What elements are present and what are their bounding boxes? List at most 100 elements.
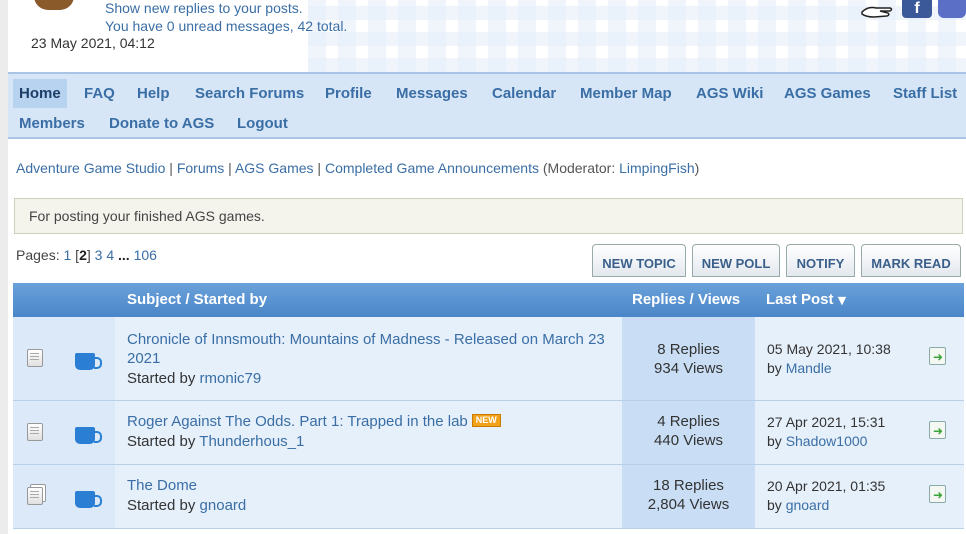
topic-author-link[interactable]: gnoard xyxy=(200,497,247,514)
last-post-date: 27 Apr 2021, 15:31 xyxy=(767,414,886,430)
topic-subject-cell: Roger Against The Odds. Part 1: Trapped … xyxy=(115,401,622,464)
started-by: Started by Thunderhous_1 xyxy=(127,433,304,450)
nav-calendar[interactable]: Calendar xyxy=(486,79,562,108)
topic-title-link[interactable]: Roger Against The Odds. Part 1: Trapped … xyxy=(127,412,501,431)
go-to-last-post-icon[interactable] xyxy=(929,347,946,365)
replies-count: 8 Replies xyxy=(657,341,720,358)
hand-icon[interactable] xyxy=(860,2,896,20)
site-header: Show new replies to your posts. You have… xyxy=(8,0,966,72)
current-date: 23 May 2021, 04:12 xyxy=(31,35,155,51)
topic-title-link[interactable]: The Dome xyxy=(127,476,197,495)
pages-ellipsis: ... xyxy=(118,247,130,263)
new-poll-button[interactable]: NEW POLL xyxy=(692,244,780,277)
topic-stats-cell: 18 Replies 2,804 Views xyxy=(622,465,755,528)
last-post-date: 20 Apr 2021, 01:35 xyxy=(767,478,886,494)
started-by-prefix: Started by xyxy=(127,370,196,387)
started-by: Started by gnoard xyxy=(127,497,246,514)
topic-title-line2: 2021 xyxy=(127,350,161,367)
breadcrumb-completed-games[interactable]: Completed Game Announcements xyxy=(325,160,539,176)
show-new-replies-link[interactable]: Show new replies to your posts. xyxy=(105,0,303,16)
sort-down-icon: ▼ xyxy=(837,294,847,307)
last-post-by: by Mandle xyxy=(767,360,832,376)
nav-members[interactable]: Members xyxy=(13,109,91,138)
nav-profile[interactable]: Profile xyxy=(319,79,378,108)
subject-column-header[interactable]: Subject / Started by xyxy=(127,283,267,317)
document-icon xyxy=(27,423,43,441)
topic-author-link[interactable]: Thunderhous_1 xyxy=(199,433,304,450)
last-post-date: 05 May 2021, 10:38 xyxy=(767,341,891,357)
page-link-last[interactable]: 106 xyxy=(134,247,157,263)
unread-messages-link[interactable]: You have 0 unread messages, 42 total. xyxy=(105,18,347,34)
last-post-label: Last Post xyxy=(766,291,834,308)
nav-ags-wiki[interactable]: AGS Wiki xyxy=(690,79,769,108)
breadcrumb: Adventure Game Studio | Forums | AGS Gam… xyxy=(16,160,699,176)
topic-title-link[interactable]: Chronicle of Innsmouth: Mountains of Mad… xyxy=(127,330,605,368)
mark-read-button[interactable]: MARK READ xyxy=(861,244,961,277)
cup-icon xyxy=(75,353,102,370)
nav-search-forums[interactable]: Search Forums xyxy=(189,79,310,108)
last-post-by: by Shadow1000 xyxy=(767,433,867,449)
facebook-icon[interactable]: f xyxy=(902,0,932,18)
topic-subject-cell: The Dome Started by gnoard xyxy=(115,465,622,528)
last-post-author-link[interactable]: Shadow1000 xyxy=(786,433,868,449)
stats-column-header[interactable]: Replies / Views xyxy=(632,283,740,317)
nav-ags-games[interactable]: AGS Games xyxy=(778,79,877,108)
breadcrumb-ags-games[interactable]: AGS Games xyxy=(235,160,314,176)
moderator-suffix: ) xyxy=(694,160,700,176)
page: Show new replies to your posts. You have… xyxy=(8,0,966,534)
topic-icon-cell xyxy=(13,401,115,464)
topic-title-line1: Chronicle of Innsmouth: Mountains of Mad… xyxy=(127,331,605,348)
topic-title-line1: Roger Against The Odds. Part 1: Trapped … xyxy=(127,413,468,430)
by-prefix: by xyxy=(767,433,782,449)
go-to-last-post-icon[interactable] xyxy=(929,421,946,439)
nav-help[interactable]: Help xyxy=(131,79,176,108)
nav-home[interactable]: Home xyxy=(13,79,67,108)
breadcrumb-ags[interactable]: Adventure Game Studio xyxy=(16,160,165,176)
topic-subject-cell: Chronicle of Innsmouth: Mountains of Mad… xyxy=(115,317,622,400)
last-post-by: by gnoard xyxy=(767,497,829,513)
cup-smiley-icon xyxy=(75,427,102,444)
topic-author-link[interactable]: rmonic79 xyxy=(200,370,262,387)
by-prefix: by xyxy=(767,497,782,513)
started-by: Started by rmonic79 xyxy=(127,370,261,387)
moderator-prefix: (Moderator: xyxy=(542,160,620,176)
mascot-icon xyxy=(34,0,74,10)
new-badge-icon[interactable]: NEW xyxy=(471,414,501,427)
topic-icon-cell xyxy=(13,317,115,400)
pages-label: Pages: xyxy=(16,247,60,263)
nav-donate[interactable]: Donate to AGS xyxy=(103,109,220,138)
social-icons: f xyxy=(860,0,966,20)
breadcrumb-sep: | xyxy=(165,160,177,176)
replies-count: 18 Replies xyxy=(653,477,724,494)
page-link-4[interactable]: 4 xyxy=(106,247,114,263)
multi-document-icon xyxy=(27,487,43,505)
topic-stats-cell: 4 Replies 440 Views xyxy=(622,401,755,464)
nav-member-map[interactable]: Member Map xyxy=(574,79,678,108)
table-row: Roger Against The Odds. Part 1: Trapped … xyxy=(13,401,964,465)
last-post-author-link[interactable]: Mandle xyxy=(786,360,832,376)
nav-faq[interactable]: FAQ xyxy=(78,79,121,108)
new-topic-button[interactable]: NEW TOPIC xyxy=(592,244,686,277)
page-link-3[interactable]: 3 xyxy=(95,247,103,263)
nav-messages[interactable]: Messages xyxy=(390,79,474,108)
topic-icon-cell xyxy=(13,465,115,528)
last-post-cell: 27 Apr 2021, 15:31 by Shadow1000 xyxy=(755,401,964,464)
nav-staff-list[interactable]: Staff List xyxy=(887,79,963,108)
views-count: 934 Views xyxy=(654,360,723,377)
page-link-1[interactable]: 1 xyxy=(63,247,71,263)
discord-icon[interactable] xyxy=(938,0,966,18)
pagination: Pages: 1 [2] 3 4 ... 106 xyxy=(16,247,157,263)
moderator-link[interactable]: LimpingFish xyxy=(619,160,694,176)
go-to-last-post-icon[interactable] xyxy=(929,485,946,503)
board-description: For posting your finished AGS games. xyxy=(14,198,963,234)
notify-button[interactable]: NOTIFY xyxy=(786,244,855,277)
breadcrumb-forums[interactable]: Forums xyxy=(177,160,224,176)
breadcrumb-sep: | xyxy=(313,160,325,176)
nav-logout[interactable]: Logout xyxy=(231,109,294,138)
main-nav: Home FAQ Help Search Forums Profile Mess… xyxy=(8,72,966,139)
last-post-column-header[interactable]: Last Post ▼ xyxy=(766,283,846,318)
breadcrumb-sep: | xyxy=(224,160,235,176)
by-prefix: by xyxy=(767,360,782,376)
started-by-prefix: Started by xyxy=(127,433,196,450)
last-post-author-link[interactable]: gnoard xyxy=(786,497,830,513)
